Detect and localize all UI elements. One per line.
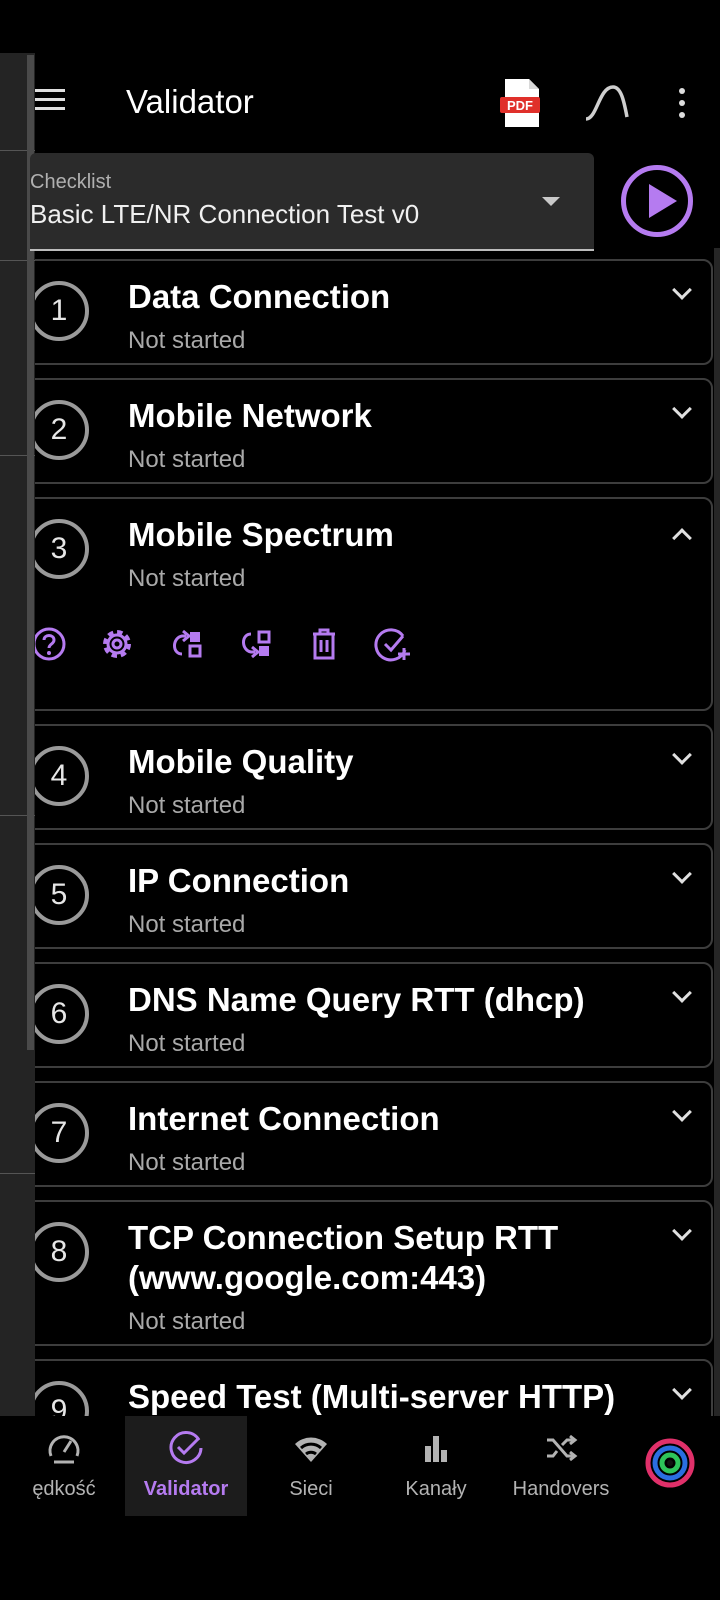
- test-status: Not started: [128, 911, 246, 938]
- test-title: DNS Name Query RTT (dhcp): [128, 981, 585, 1018]
- test-title-line2: (www.google.com:443): [128, 1259, 487, 1296]
- test-status: Not started: [128, 792, 246, 819]
- step-number-badge: 7: [35, 1103, 89, 1163]
- nav-label: Kanały: [405, 1478, 467, 1500]
- step-number-badge: 1: [35, 281, 89, 341]
- test-status: Not started: [128, 446, 246, 473]
- step-number-badge: 2: [35, 400, 89, 460]
- page-title: Validator: [126, 83, 254, 120]
- collapse-chevron-icon[interactable]: [672, 528, 692, 548]
- test-item-mobile-quality[interactable]: 4 Mobile Quality Not started: [35, 724, 713, 830]
- app-bar: Validator PDF: [35, 53, 720, 153]
- test-item-internet-connection[interactable]: 7 Internet Connection Not started: [35, 1081, 713, 1187]
- test-title: Speed Test (Multi-server HTTP): [128, 1378, 616, 1415]
- help-icon[interactable]: [35, 624, 69, 664]
- checklist-label: Checklist: [30, 171, 112, 193]
- expand-chevron-icon[interactable]: [672, 864, 692, 884]
- delete-trash-icon[interactable]: [304, 624, 344, 664]
- signal-curve-icon: [585, 85, 629, 121]
- test-item-mobile-network[interactable]: 2 Mobile Network Not started: [35, 378, 713, 484]
- more-vertical-icon[interactable]: [673, 83, 693, 123]
- add-check-icon[interactable]: [373, 624, 413, 664]
- test-title: Mobile Network: [128, 397, 372, 434]
- test-item-ip-connection[interactable]: 5 IP Connection Not started: [35, 843, 713, 949]
- shuffle-icon: [547, 1434, 578, 1462]
- play-button[interactable]: [621, 165, 693, 237]
- app-logo-icon[interactable]: [645, 1438, 695, 1488]
- screen: Validator PDF Checklist Basic LTE/NR Con…: [0, 0, 720, 1600]
- test-item-tcp-setup[interactable]: 8 TCP Connection Setup RTT (www.google.c…: [35, 1200, 713, 1346]
- speedometer-icon: [48, 1435, 80, 1464]
- test-title-line1: TCP Connection Setup RTT: [128, 1219, 559, 1256]
- pdf-icon: PDF: [500, 79, 540, 127]
- test-list: 1 Data Connection Not started 2 Mobile N…: [35, 253, 720, 1416]
- test-status: Not started: [128, 327, 246, 354]
- expand-chevron-icon[interactable]: [672, 983, 692, 1003]
- move-up-icon[interactable]: [166, 624, 206, 664]
- test-status: Not started: [128, 1030, 246, 1057]
- test-title: Internet Connection: [128, 1100, 440, 1137]
- checklist-value: Basic LTE/NR Connection Test v0: [30, 199, 420, 229]
- test-title: Mobile Spectrum: [128, 516, 394, 553]
- drawer-divider: [0, 1173, 35, 1174]
- check-circle-icon: [169, 1431, 203, 1464]
- step-number-badge: 4: [35, 746, 89, 806]
- nav-label: Validator: [143, 1478, 229, 1500]
- expand-chevron-icon[interactable]: [672, 745, 692, 765]
- test-status: Not started: [128, 1308, 246, 1335]
- wifi-icon: [295, 1437, 327, 1462]
- nav-label: ędkość: [32, 1478, 96, 1500]
- test-item-mobile-spectrum[interactable]: 3 Mobile Spectrum Not started: [35, 497, 713, 711]
- expand-chevron-icon[interactable]: [672, 280, 692, 300]
- expand-chevron-icon[interactable]: [672, 1221, 692, 1241]
- step-number-badge: 5: [35, 865, 89, 925]
- nav-tab-predkosc[interactable]: ędkość: [3, 1416, 125, 1516]
- pdf-label: PDF: [507, 98, 533, 113]
- test-status: Not started: [128, 565, 246, 592]
- nav-tab-handovers[interactable]: Handovers: [500, 1416, 622, 1516]
- test-item-data-connection[interactable]: 1 Data Connection Not started: [35, 259, 713, 365]
- bottom-navigation: ędkość Validator Sieci Kanały Handovers: [0, 1416, 720, 1516]
- move-down-icon[interactable]: [235, 624, 275, 664]
- settings-gear-icon[interactable]: [97, 624, 137, 664]
- signal-curve-button[interactable]: [583, 81, 631, 125]
- test-item-dns-query[interactable]: 6 DNS Name Query RTT (dhcp) Not started: [35, 962, 713, 1068]
- step-number-badge: 3: [35, 519, 89, 579]
- test-status: Not started: [128, 1149, 246, 1176]
- expand-chevron-icon[interactable]: [672, 399, 692, 419]
- hamburger-menu-icon[interactable]: [35, 83, 69, 117]
- pdf-export-button[interactable]: PDF: [498, 77, 546, 129]
- nav-tab-validator[interactable]: Validator: [125, 1416, 247, 1516]
- test-actions-toolbar: [35, 624, 449, 668]
- step-number-badge: 6: [35, 984, 89, 1044]
- test-title: Data Connection: [128, 278, 391, 315]
- nav-label: Handovers: [512, 1478, 610, 1500]
- expand-chevron-icon[interactable]: [672, 1380, 692, 1400]
- step-number-badge: 9: [35, 1381, 89, 1416]
- bar-chart-icon: [425, 1436, 447, 1462]
- system-nav-area: [0, 1516, 720, 1600]
- nav-label: Sieci: [289, 1478, 333, 1500]
- test-item-speed-test[interactable]: 9 Speed Test (Multi-server HTTP): [35, 1359, 713, 1416]
- dropdown-arrow-icon: [542, 197, 560, 206]
- step-number-badge: 8: [35, 1222, 89, 1282]
- nav-tab-sieci[interactable]: Sieci: [250, 1416, 372, 1516]
- test-title: Mobile Quality: [128, 743, 354, 780]
- checklist-dropdown[interactable]: Checklist Basic LTE/NR Connection Test v…: [30, 153, 594, 251]
- test-title: IP Connection: [128, 862, 350, 899]
- play-icon: [649, 184, 677, 218]
- nav-tab-kanaly[interactable]: Kanały: [375, 1416, 497, 1516]
- expand-chevron-icon[interactable]: [672, 1102, 692, 1122]
